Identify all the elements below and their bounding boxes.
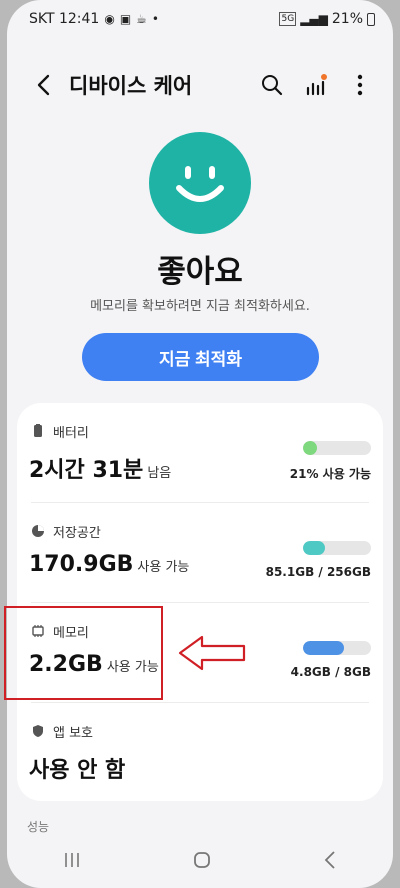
app-header: 디바이스 케어	[7, 60, 393, 110]
memory-bar-text: 4.8GB / 8GB	[290, 665, 371, 679]
back-arrow-icon	[37, 74, 50, 96]
storage-label: 저장공간	[53, 526, 101, 541]
shield-icon	[33, 725, 43, 737]
bar-chart-icon	[306, 74, 327, 96]
recents-button[interactable]	[63, 851, 81, 873]
home-button[interactable]	[192, 850, 212, 874]
battery-bar	[303, 441, 371, 455]
cup-icon: ☕	[136, 12, 147, 26]
search-icon	[262, 75, 283, 96]
storage-row[interactable]: 저장공간 170.9GB 사용 가능 85.1GB / 256GB	[17, 503, 383, 602]
battery-unit: 남음	[147, 466, 172, 481]
storage-bar-fill	[303, 541, 326, 555]
app-protection-label: 앱 보호	[53, 726, 94, 741]
navigation-bar	[7, 836, 393, 888]
network-badge: 5G	[279, 12, 297, 26]
storage-bar	[303, 541, 371, 555]
back-button[interactable]	[25, 67, 61, 103]
optimize-now-button[interactable]: 지금 최적화	[82, 333, 319, 381]
signal-icon: ▂▄▆	[300, 12, 328, 26]
battery-icon	[34, 424, 42, 437]
memory-highlight-box	[4, 606, 163, 700]
search-button[interactable]	[259, 72, 285, 98]
page-title: 디바이스 케어	[69, 74, 193, 98]
storage-unit: 사용 가능	[137, 560, 190, 575]
back-nav-button[interactable]	[323, 850, 337, 874]
pointer-arrow-icon	[178, 635, 246, 671]
more-vert-icon	[357, 74, 363, 96]
status-bar: SKT 12:41 ◉ ▣ ☕ • 5G ▂▄▆ 21%	[29, 8, 375, 30]
storage-value: 170.9GB	[29, 552, 134, 577]
notification-icon: ◉	[104, 12, 115, 26]
memory-bar-fill	[303, 641, 344, 655]
memory-bar	[303, 641, 371, 655]
battery-status-icon	[367, 12, 375, 26]
dot-icon: •	[151, 12, 159, 26]
battery-value: 2시간 31분	[29, 458, 144, 483]
performance-section-label: 성능	[27, 820, 50, 834]
care-items-card: 배터리 2시간 31분 남음 21% 사용 가능 저장공간 170.9GB 사용…	[17, 403, 383, 801]
battery-row[interactable]: 배터리 2시간 31분 남음 21% 사용 가능	[17, 403, 383, 502]
diagnostics-button[interactable]	[303, 72, 329, 98]
gallery-icon: ▣	[119, 12, 132, 26]
battery-bar-fill	[303, 441, 318, 455]
device-care-screen: SKT 12:41 ◉ ▣ ☕ • 5G ▂▄▆ 21% 디바이스 케어 좋아요…	[7, 0, 393, 888]
status-subtitle: 메모리를 확보하려면 지금 최적화하세요.	[90, 299, 310, 314]
smiley-face-icon	[149, 132, 251, 234]
battery-label: 배터리	[53, 426, 89, 441]
back-nav-icon	[325, 851, 335, 869]
carrier-time: SKT 12:41	[29, 11, 100, 27]
storage-bar-text: 85.1GB / 256GB	[265, 565, 371, 579]
battery-bar-text: 21% 사용 가능	[289, 467, 371, 481]
app-protection-row[interactable]: 앱 보호 사용 안 함	[17, 703, 383, 802]
storage-pie-icon	[32, 525, 44, 537]
battery-percent: 21%	[331, 11, 363, 27]
more-options-button[interactable]	[347, 72, 373, 98]
home-icon	[194, 852, 210, 868]
status-title: 좋아요	[157, 254, 243, 290]
app-protection-value: 사용 안 함	[29, 758, 126, 783]
recents-icon	[64, 853, 79, 867]
